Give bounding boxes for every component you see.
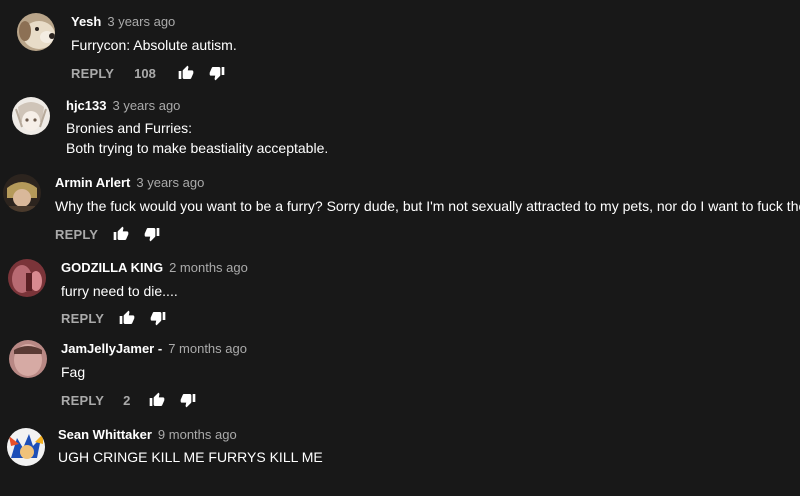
- author-name[interactable]: Yesh: [71, 14, 101, 29]
- thumbs-down-icon[interactable]: [150, 310, 166, 326]
- comment-text: Bronies and Furries: Both trying to make…: [66, 118, 328, 158]
- sonic-avatar-icon: [7, 428, 45, 466]
- comment-actions: REPLY 2: [61, 390, 196, 410]
- reply-button[interactable]: REPLY: [61, 311, 104, 326]
- armin-avatar-icon: [3, 174, 41, 212]
- avatar[interactable]: [3, 174, 41, 212]
- thumbs-down-icon[interactable]: [144, 226, 160, 242]
- thumbs-up-icon[interactable]: [119, 310, 135, 326]
- avatar[interactable]: [8, 259, 46, 297]
- comment-text: Fag: [61, 362, 85, 382]
- author-name[interactable]: Armin Arlert: [55, 175, 130, 190]
- comment-text: furry need to die....: [61, 281, 178, 301]
- comment-line: furry need to die....: [61, 283, 178, 299]
- reply-button[interactable]: REPLY: [61, 393, 104, 408]
- anime-avatar-icon: [12, 97, 50, 135]
- author-name[interactable]: Sean Whittaker: [58, 427, 152, 442]
- comment-timestamp[interactable]: 3 years ago: [112, 98, 180, 113]
- face-avatar-icon: [9, 340, 47, 378]
- comments-section: Yesh 3 years ago Furrycon: Absolute autis…: [0, 0, 800, 496]
- comment-line: Both trying to make beastiality acceptab…: [66, 140, 329, 156]
- thumbs-up-icon[interactable]: [113, 226, 129, 242]
- author-name[interactable]: GODZILLA KING: [61, 260, 163, 275]
- author-name[interactable]: JamJellyJamer -: [61, 341, 162, 356]
- comment-timestamp[interactable]: 2 months ago: [169, 260, 248, 275]
- dog-avatar-icon: [17, 13, 55, 51]
- comment-actions: REPLY: [61, 308, 166, 328]
- comment-text: UGH CRINGE KILL ME FURRYS KILL ME: [58, 447, 323, 467]
- reply-button[interactable]: REPLY: [71, 66, 114, 81]
- thumbs-up-icon[interactable]: [178, 65, 194, 81]
- comment-line: UGH CRINGE KILL ME FURRYS KILL ME: [58, 449, 323, 465]
- avatar[interactable]: [12, 97, 50, 135]
- comment-text: Why the fuck would you want to be a furr…: [55, 196, 800, 216]
- avatar[interactable]: [9, 340, 47, 378]
- comment-actions: REPLY: [55, 224, 160, 244]
- thumbs-down-icon[interactable]: [180, 392, 196, 408]
- like-count: 108: [134, 65, 156, 81]
- thumbs-down-icon[interactable]: [209, 65, 225, 81]
- author-name[interactable]: hjc133: [66, 98, 106, 113]
- comment-text: Furrycon: Absolute autism.: [71, 35, 237, 55]
- reply-button[interactable]: REPLY: [55, 227, 98, 242]
- comment-actions: REPLY 108: [71, 63, 225, 83]
- avatar[interactable]: [7, 428, 45, 466]
- avatar[interactable]: [17, 13, 55, 51]
- like-count: 2: [123, 392, 131, 408]
- comment-line: Bronies and Furries:: [66, 120, 193, 136]
- godzilla-avatar-icon: [8, 259, 46, 297]
- comment-timestamp[interactable]: 3 years ago: [107, 14, 175, 29]
- thumbs-up-icon[interactable]: [149, 392, 165, 408]
- comment-timestamp[interactable]: 9 months ago: [158, 427, 237, 442]
- comment-timestamp[interactable]: 7 months ago: [168, 341, 247, 356]
- comment-line: Fag: [61, 364, 86, 380]
- comment-timestamp[interactable]: 3 years ago: [136, 175, 204, 190]
- comment-line: Why the fuck would you want to be a furr…: [55, 198, 800, 214]
- comment-line: Furrycon: Absolute autism.: [71, 37, 237, 53]
